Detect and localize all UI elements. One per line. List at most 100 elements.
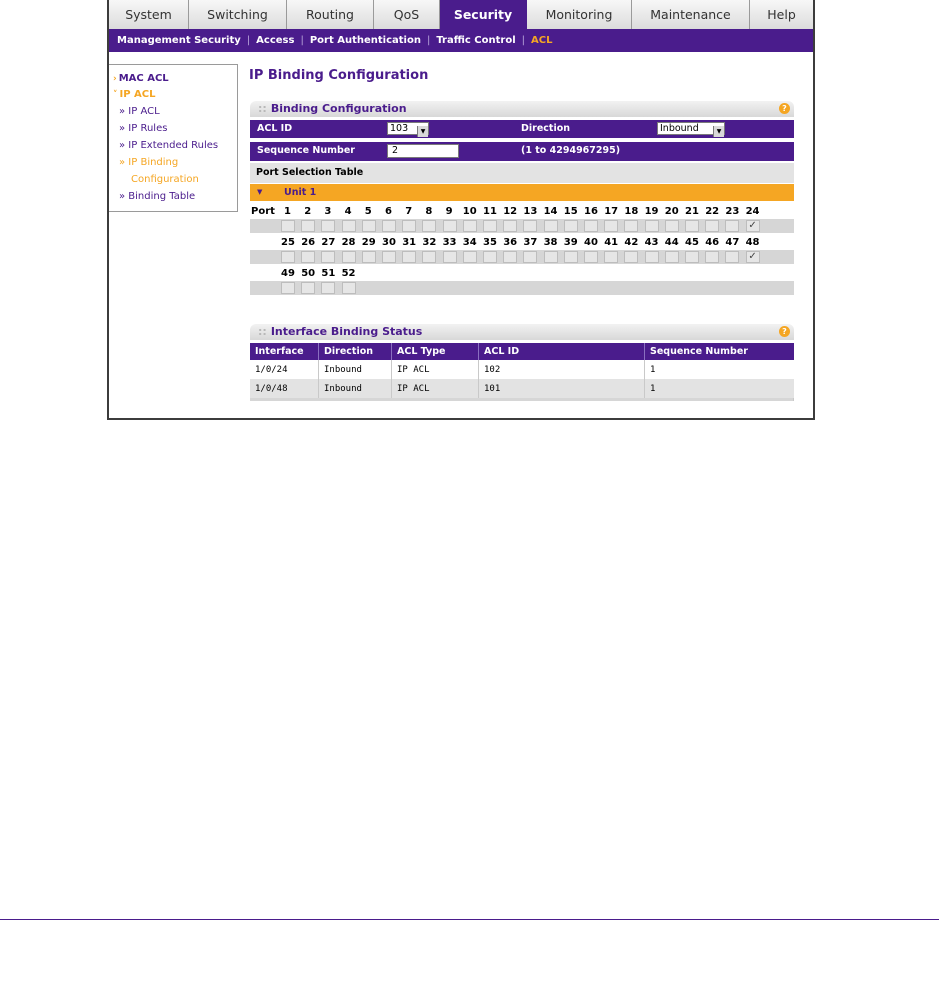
subnav-management-security[interactable]: Management Security [117, 35, 241, 46]
port-checkbox[interactable] [361, 220, 376, 232]
port-number: 51 [321, 268, 336, 279]
port-checkbox[interactable] [402, 220, 417, 232]
port-checkbox[interactable] [563, 251, 578, 263]
port-selection-table-label: Port Selection Table [250, 163, 794, 183]
port-checkbox[interactable] [382, 251, 396, 263]
grip-icon: :: [258, 102, 267, 115]
port-checkbox[interactable] [705, 251, 720, 263]
tab-maintenance[interactable]: Maintenance [632, 0, 750, 29]
port-checkbox[interactable] [341, 251, 356, 263]
port-number: 5 [364, 206, 372, 217]
cell-interface: 1/0/48 [250, 379, 319, 398]
port-checkbox[interactable] [705, 220, 720, 232]
sequence-number-input[interactable]: 2 [387, 144, 459, 158]
top-tab-bar: System Switching Routing QoS Security Mo… [109, 0, 813, 29]
port-checkbox[interactable] [644, 251, 659, 263]
port-checkbox[interactable] [483, 251, 497, 263]
column-header-acl-id: ACL ID [478, 343, 645, 360]
tab-routing[interactable]: Routing [287, 0, 374, 29]
port-checkbox[interactable] [301, 220, 316, 232]
sidebar-item-ip-binding-configuration[interactable]: Configuration [131, 174, 199, 185]
sidebar-item-binding-table[interactable]: » Binding Table [119, 191, 195, 202]
port-label: Port [251, 206, 275, 217]
port-checkbox[interactable] [422, 251, 437, 263]
tab-qos[interactable]: QoS [374, 0, 440, 29]
port-checkbox[interactable] [664, 220, 679, 232]
port-checkbox[interactable] [442, 220, 457, 232]
port-checkbox[interactable] [604, 220, 619, 232]
port-checkbox[interactable] [503, 220, 518, 232]
collapse-triangle-icon: ▼ [257, 188, 263, 196]
acl-id-select[interactable]: 103 ▼ [387, 122, 429, 137]
subnav-acl[interactable]: ACL [531, 35, 552, 46]
port-checkbox[interactable]: ✓ [745, 220, 760, 232]
port-checkbox[interactable] [321, 282, 336, 294]
subnav-traffic-control[interactable]: Traffic Control [436, 35, 515, 46]
port-checkbox[interactable] [341, 282, 356, 294]
port-checkbox-row: ✓ [250, 250, 794, 264]
port-checkbox[interactable] [584, 251, 598, 263]
port-checkbox[interactable] [281, 251, 295, 263]
unit-1-row[interactable]: ▼ Unit 1 [250, 184, 794, 201]
port-checkbox[interactable] [462, 220, 477, 232]
tab-system[interactable]: System [109, 0, 189, 29]
port-checkbox[interactable] [685, 220, 699, 232]
sidebar-item-ip-binding[interactable]: » IP Binding [119, 157, 178, 168]
port-number-row: Port 1 2 3 4 5 6 7 8 9 10 11 12 13 14 15 16 17 18 19 20 21 22 2… [250, 205, 794, 219]
port-checkbox[interactable] [462, 251, 477, 263]
port-number: 32 [422, 237, 437, 248]
port-checkbox[interactable] [361, 251, 376, 263]
port-checkbox[interactable] [503, 251, 518, 263]
port-number: 22 [705, 206, 720, 217]
port-checkbox[interactable] [543, 220, 558, 232]
port-checkbox[interactable] [341, 220, 356, 232]
help-icon[interactable]: ? [779, 103, 790, 114]
port-checkbox[interactable] [321, 220, 336, 232]
direction-select[interactable]: Inbound ▼ [657, 122, 725, 137]
port-number: 50 [301, 268, 316, 279]
port-checkbox[interactable] [301, 251, 316, 263]
port-number: 11 [483, 206, 497, 217]
port-checkbox[interactable] [281, 282, 295, 294]
port-checkbox[interactable] [685, 251, 699, 263]
port-checkbox[interactable] [321, 251, 336, 263]
port-checkbox[interactable] [584, 220, 598, 232]
tab-help[interactable]: Help [750, 0, 813, 29]
page-title: IP Binding Configuration [249, 68, 429, 83]
port-checkbox[interactable] [664, 251, 679, 263]
table-row: 1/0/48 Inbound IP ACL 101 1 [250, 379, 794, 398]
sidebar-item-ip-acl-sub[interactable]: » IP ACL [119, 106, 160, 117]
port-checkbox[interactable] [624, 220, 639, 232]
sidebar-item-mac-acl[interactable]: › MAC ACL [113, 73, 169, 84]
tab-switching[interactable]: Switching [189, 0, 287, 29]
port-checkbox[interactable] [624, 251, 639, 263]
subnav-access[interactable]: Access [256, 35, 294, 46]
tab-security[interactable]: Security [440, 0, 527, 29]
port-checkbox[interactable] [281, 220, 295, 232]
port-checkbox[interactable] [442, 251, 457, 263]
port-checkbox[interactable] [725, 220, 740, 232]
port-number-row: 25 26 27 28 29 30 31 32 33 34 35 36 37 38 39 40 41 42 43 44… [250, 236, 794, 250]
subnav-port-authentication[interactable]: Port Authentication [310, 35, 421, 46]
port-checkbox[interactable] [422, 220, 437, 232]
port-checkbox[interactable] [604, 251, 619, 263]
port-checkbox[interactable] [483, 220, 497, 232]
port-checkbox[interactable] [523, 220, 538, 232]
port-checkbox[interactable] [644, 220, 659, 232]
port-checkbox[interactable] [382, 220, 396, 232]
sidebar-item-ip-rules[interactable]: » IP Rules [119, 123, 167, 134]
port-checkbox[interactable] [523, 251, 538, 263]
cell-acl-id: 102 [478, 360, 645, 379]
port-checkbox[interactable] [402, 251, 417, 263]
port-number: 3 [324, 206, 332, 217]
port-number: 37 [523, 237, 538, 248]
port-checkbox[interactable] [563, 220, 578, 232]
tab-monitoring[interactable]: Monitoring [527, 0, 632, 29]
port-checkbox[interactable] [301, 282, 316, 294]
port-checkbox[interactable]: ✓ [745, 251, 760, 263]
help-icon[interactable]: ? [779, 326, 790, 337]
port-checkbox[interactable] [543, 251, 558, 263]
port-checkbox[interactable] [725, 251, 740, 263]
sidebar-item-ip-acl[interactable]: ˅ IP ACL [113, 89, 155, 100]
sidebar-item-ip-extended-rules[interactable]: » IP Extended Rules [119, 140, 218, 151]
